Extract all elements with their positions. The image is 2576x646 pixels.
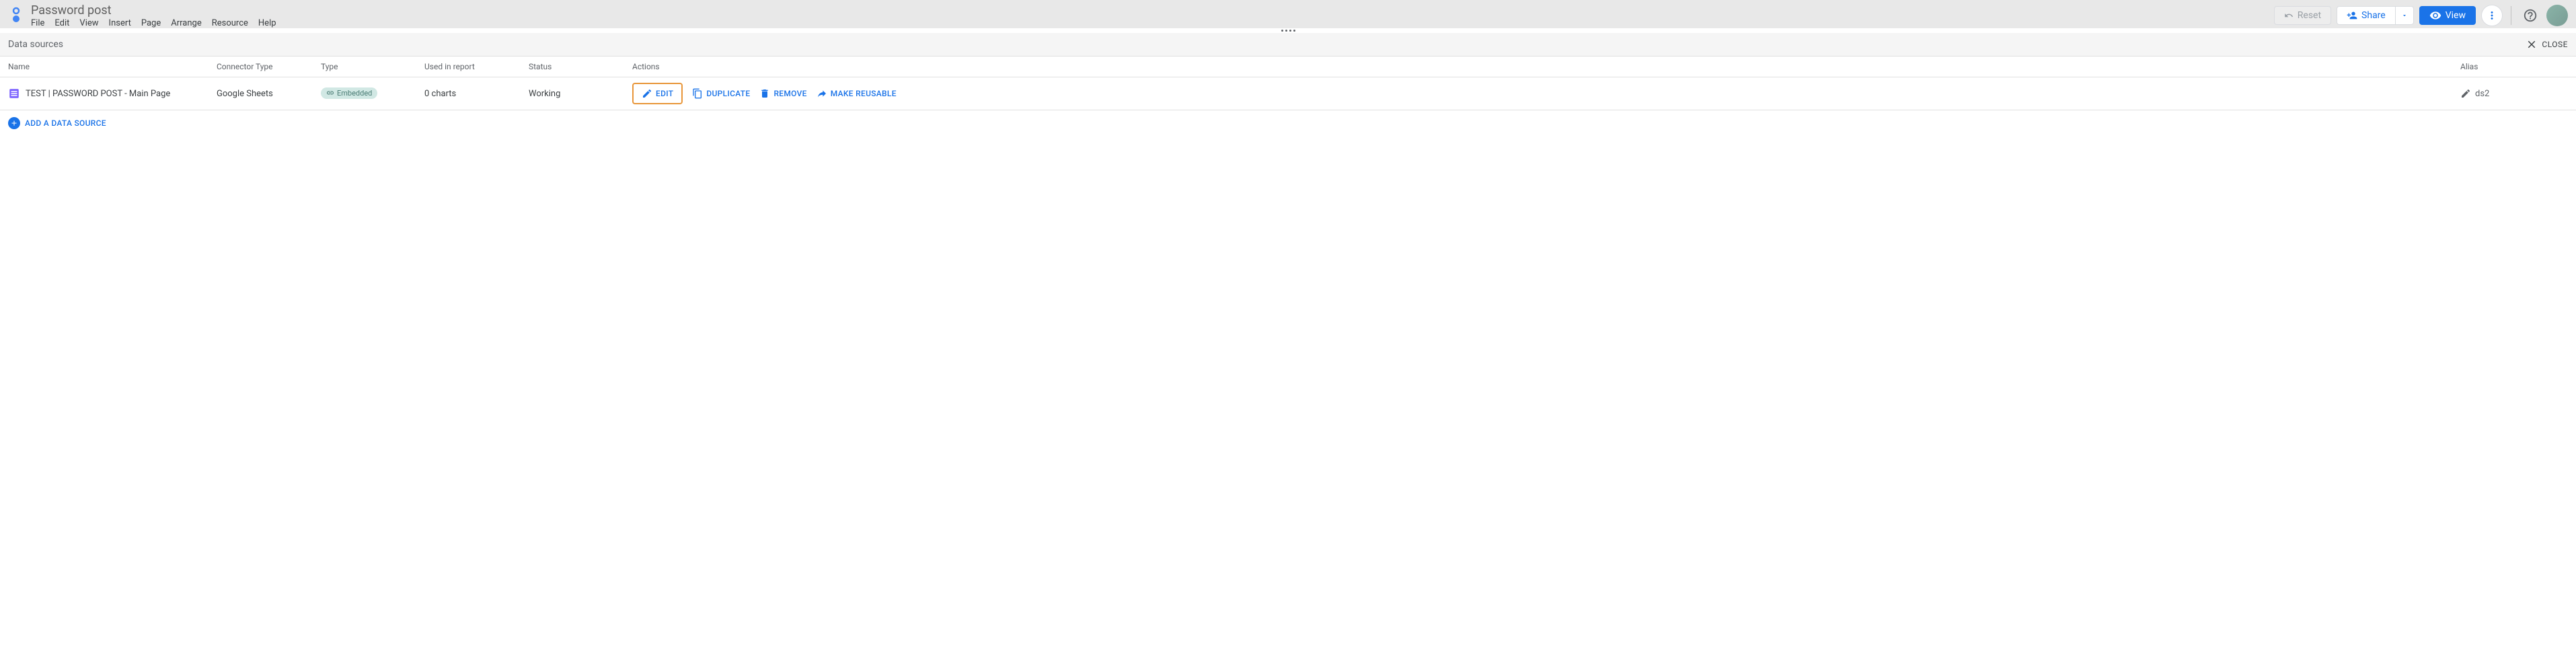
app-header: Password post File Edit View Insert Page… [0,0,2576,28]
user-avatar[interactable] [2546,5,2568,26]
document-title[interactable]: Password post [31,3,276,18]
view-label: View [2446,10,2466,21]
share-dropdown-button[interactable] [2395,6,2414,25]
make-reusable-button[interactable]: MAKE REUSABLE [817,88,897,99]
menu-bar: File Edit View Insert Page Arrange Resou… [31,18,276,28]
pencil-icon [642,88,652,99]
close-icon [2526,38,2538,50]
panel-drag-handle[interactable] [0,28,2576,33]
help-button[interactable] [2520,5,2541,26]
cell-connector: Google Sheets [217,89,321,99]
header-connector: Connector Type [217,62,321,71]
reset-button: Reset [2274,6,2331,25]
share-label: Share [2361,10,2386,21]
panel-title: Data sources [8,39,63,50]
menu-resource[interactable]: Resource [212,18,248,28]
header-type: Type [321,62,424,71]
view-button[interactable]: View [2419,6,2476,25]
looker-studio-logo-icon [8,7,24,23]
title-block: Password post File Edit View Insert Page… [31,3,276,28]
close-button[interactable]: CLOSE [2526,38,2568,50]
data-source-icon [8,87,20,100]
pencil-icon [2460,88,2471,99]
add-source-row: ADD A DATA SOURCE [0,110,2576,137]
header-actions: Actions [632,62,2460,71]
help-icon [2523,8,2538,23]
more-options-button[interactable] [2481,5,2503,26]
data-source-row: TEST | PASSWORD POST - Main Page Google … [0,77,2576,110]
cell-name: TEST | PASSWORD POST - Main Page [8,87,217,100]
menu-edit[interactable]: Edit [54,18,69,28]
remove-label: REMOVE [773,89,806,98]
trash-icon [759,88,770,99]
ds-name-text[interactable]: TEST | PASSWORD POST - Main Page [26,89,170,99]
edit-button[interactable]: EDIT [632,83,683,104]
link-icon [326,89,334,97]
share-button-group: Share [2337,6,2414,25]
add-source-label: ADD A DATA SOURCE [25,118,106,128]
cell-type: Embedded [321,87,424,100]
person-add-icon [2347,10,2357,21]
undo-icon [2284,11,2294,20]
make-reusable-label: MAKE REUSABLE [831,89,897,98]
edit-label: EDIT [656,89,673,98]
header-left: Password post File Edit View Insert Page… [8,3,276,28]
chevron-down-icon [2401,12,2408,19]
share-arrow-icon [817,88,827,99]
header-name: Name [8,62,217,71]
menu-help[interactable]: Help [258,18,276,28]
plus-icon [8,117,20,129]
panel-header: Data sources CLOSE [0,33,2576,57]
copy-icon [692,88,703,99]
embedded-text: Embedded [337,89,372,98]
add-data-source-button[interactable]: ADD A DATA SOURCE [8,117,106,129]
menu-insert[interactable]: Insert [109,18,131,28]
header-status: Status [529,62,632,71]
header-right: Reset Share View [2274,5,2568,26]
cell-status: Working [529,89,632,99]
embedded-badge: Embedded [321,87,377,99]
share-button[interactable]: Share [2337,6,2395,25]
table-header-row: Name Connector Type Type Used in report … [0,57,2576,77]
duplicate-label: DUPLICATE [706,89,750,98]
eye-icon [2429,9,2441,22]
reset-label: Reset [2298,10,2321,21]
alias-text: ds2 [2475,89,2489,99]
close-label: CLOSE [2542,40,2568,49]
header-used: Used in report [424,62,529,71]
cell-alias[interactable]: ds2 [2460,88,2568,99]
duplicate-button[interactable]: DUPLICATE [692,88,750,99]
menu-page[interactable]: Page [141,18,161,28]
menu-arrange[interactable]: Arrange [171,18,201,28]
menu-view[interactable]: View [79,18,98,28]
remove-button[interactable]: REMOVE [759,88,806,99]
more-vert-icon [2486,9,2498,22]
header-alias: Alias [2460,62,2568,71]
cell-used: 0 charts [424,89,529,99]
cell-actions: EDIT DUPLICATE REMOVE MAKE REUSABLE [632,83,2460,104]
menu-file[interactable]: File [31,18,44,28]
